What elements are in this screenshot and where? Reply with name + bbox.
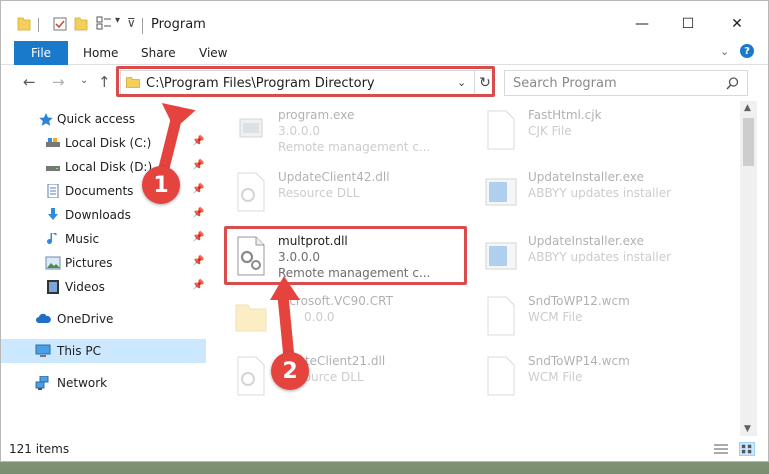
exe-file-icon	[239, 118, 263, 138]
tab-share[interactable]: Share	[141, 46, 176, 60]
document-file-icon	[487, 110, 515, 150]
document-file-icon	[487, 296, 515, 336]
tab-file[interactable]: File	[14, 41, 68, 65]
star-icon	[39, 113, 53, 126]
pin-icon: 📌	[192, 256, 205, 267]
document-file-icon	[487, 356, 515, 396]
callout-2: 2	[271, 352, 309, 390]
pin-icon: 📌	[192, 136, 205, 147]
status-bar: 121 items	[1, 437, 768, 461]
file-item-program-exe[interactable]: program.exe 3.0.0.0 Remote management c.…	[226, 101, 476, 159]
sidebar-item-music[interactable]: Music 📌	[1, 227, 206, 251]
drive-icon	[46, 138, 60, 147]
downloads-icon	[48, 208, 58, 220]
folder-icon	[235, 304, 267, 332]
pin-icon: 📌	[192, 280, 205, 291]
scrollbar-thumb[interactable]	[743, 118, 754, 166]
title-divider	[38, 18, 39, 32]
documents-icon	[47, 184, 59, 198]
forward-button[interactable]: →	[52, 73, 65, 91]
ribbon-expand-icon[interactable]: ⌄	[720, 45, 729, 58]
pin-icon: 📌	[192, 160, 205, 171]
sidebar-item-pictures[interactable]: Pictures 📌	[1, 251, 206, 275]
installer-file-icon	[485, 178, 517, 206]
sidebar-item-quick-access[interactable]: Quick access	[1, 107, 206, 131]
pin-icon: 📌	[192, 232, 205, 243]
pin-icon: 📌	[192, 208, 205, 219]
qa-dropdown-icon[interactable]: ▾	[115, 15, 120, 26]
item-count: 121 items	[9, 442, 70, 456]
navigation-pane: Quick access Local Disk (C:) 📌 Local Dis…	[1, 101, 206, 436]
qa-more-icon[interactable]: ⊽	[127, 16, 136, 30]
music-icon	[47, 233, 57, 244]
videos-icon	[47, 280, 59, 294]
details-view-icon[interactable]	[713, 442, 729, 456]
window-title: Program	[151, 17, 206, 32]
sidebar-item-network[interactable]: Network	[1, 371, 206, 395]
search-input[interactable]: Search Program	[513, 76, 617, 91]
file-item-updateclient42[interactable]: UpdateClient42.dll Resource DLL	[226, 163, 476, 221]
installer-file-icon	[485, 242, 517, 270]
pin-icon: 📌	[192, 184, 205, 195]
cloud-icon	[36, 313, 51, 323]
folder-icon	[17, 17, 31, 31]
up-button[interactable]: ↑	[98, 73, 111, 91]
file-item-sndtowp14[interactable]: SndToWP14.wcm WCM File	[476, 347, 726, 405]
callout-1: 1	[142, 166, 180, 204]
scroll-up-icon[interactable]: ▲	[744, 103, 751, 113]
sidebar-item-videos[interactable]: Videos 📌	[1, 275, 206, 299]
file-item-updateclient21[interactable]: dateClient21.dll esource DLL	[226, 347, 476, 405]
help-icon[interactable]: ?	[740, 44, 754, 58]
pictures-icon	[45, 256, 61, 270]
search-box[interactable]: Search Program	[504, 70, 748, 96]
minimize-button[interactable]: —	[619, 9, 665, 39]
scroll-down-icon[interactable]: ▼	[744, 424, 751, 434]
tiles-view-icon[interactable]	[739, 442, 755, 456]
file-item-vc90-crt[interactable]: icrosoft.VC90.CRT 0.0.0	[226, 287, 476, 345]
vertical-scrollbar[interactable]: ▲ ▼	[740, 101, 757, 436]
close-button[interactable]: ✕	[714, 9, 760, 39]
sidebar-item-onedrive[interactable]: OneDrive	[1, 307, 206, 331]
dll-file-icon	[237, 356, 265, 396]
recent-locations-button[interactable]: ⌄	[80, 75, 88, 86]
file-highlight	[224, 226, 467, 285]
maximize-button[interactable]: ☐	[665, 9, 711, 39]
sidebar-item-this-pc[interactable]: This PC	[1, 339, 206, 363]
new-folder-icon[interactable]	[74, 15, 88, 31]
sidebar-item-local-disk-c[interactable]: Local Disk (C:) 📌	[1, 131, 206, 155]
drive-icon	[46, 166, 60, 171]
network-icon	[35, 376, 49, 390]
title-separator	[142, 18, 143, 34]
address-highlight	[116, 66, 495, 97]
tab-home[interactable]: Home	[83, 46, 118, 60]
tab-view[interactable]: View	[199, 46, 227, 60]
search-icon[interactable]	[726, 77, 739, 90]
file-item-sndtowp12[interactable]: SndToWP12.wcm WCM File	[476, 287, 726, 345]
ribbon-tabs: File Home Share View ⌄ ?	[1, 39, 768, 65]
sidebar-item-downloads[interactable]: Downloads 📌	[1, 203, 206, 227]
back-button[interactable]: ←	[23, 73, 36, 91]
dll-file-icon	[237, 172, 265, 212]
properties-icon[interactable]	[52, 16, 68, 32]
computer-icon	[35, 344, 51, 357]
file-item-fasthtml[interactable]: FastHtml.cjk CJK File	[476, 101, 726, 159]
customize-toolbar-icon[interactable]	[96, 16, 112, 31]
title-bar: ▾ ⊽ Program — ☐ ✕	[1, 1, 768, 39]
file-item-updateinstaller[interactable]: UpdateInstaller.exe ABBYY updates instal…	[476, 163, 726, 221]
file-item-updateinstaller-2[interactable]: UpdateInstaller.exe ABBYY updates instal…	[476, 227, 726, 285]
